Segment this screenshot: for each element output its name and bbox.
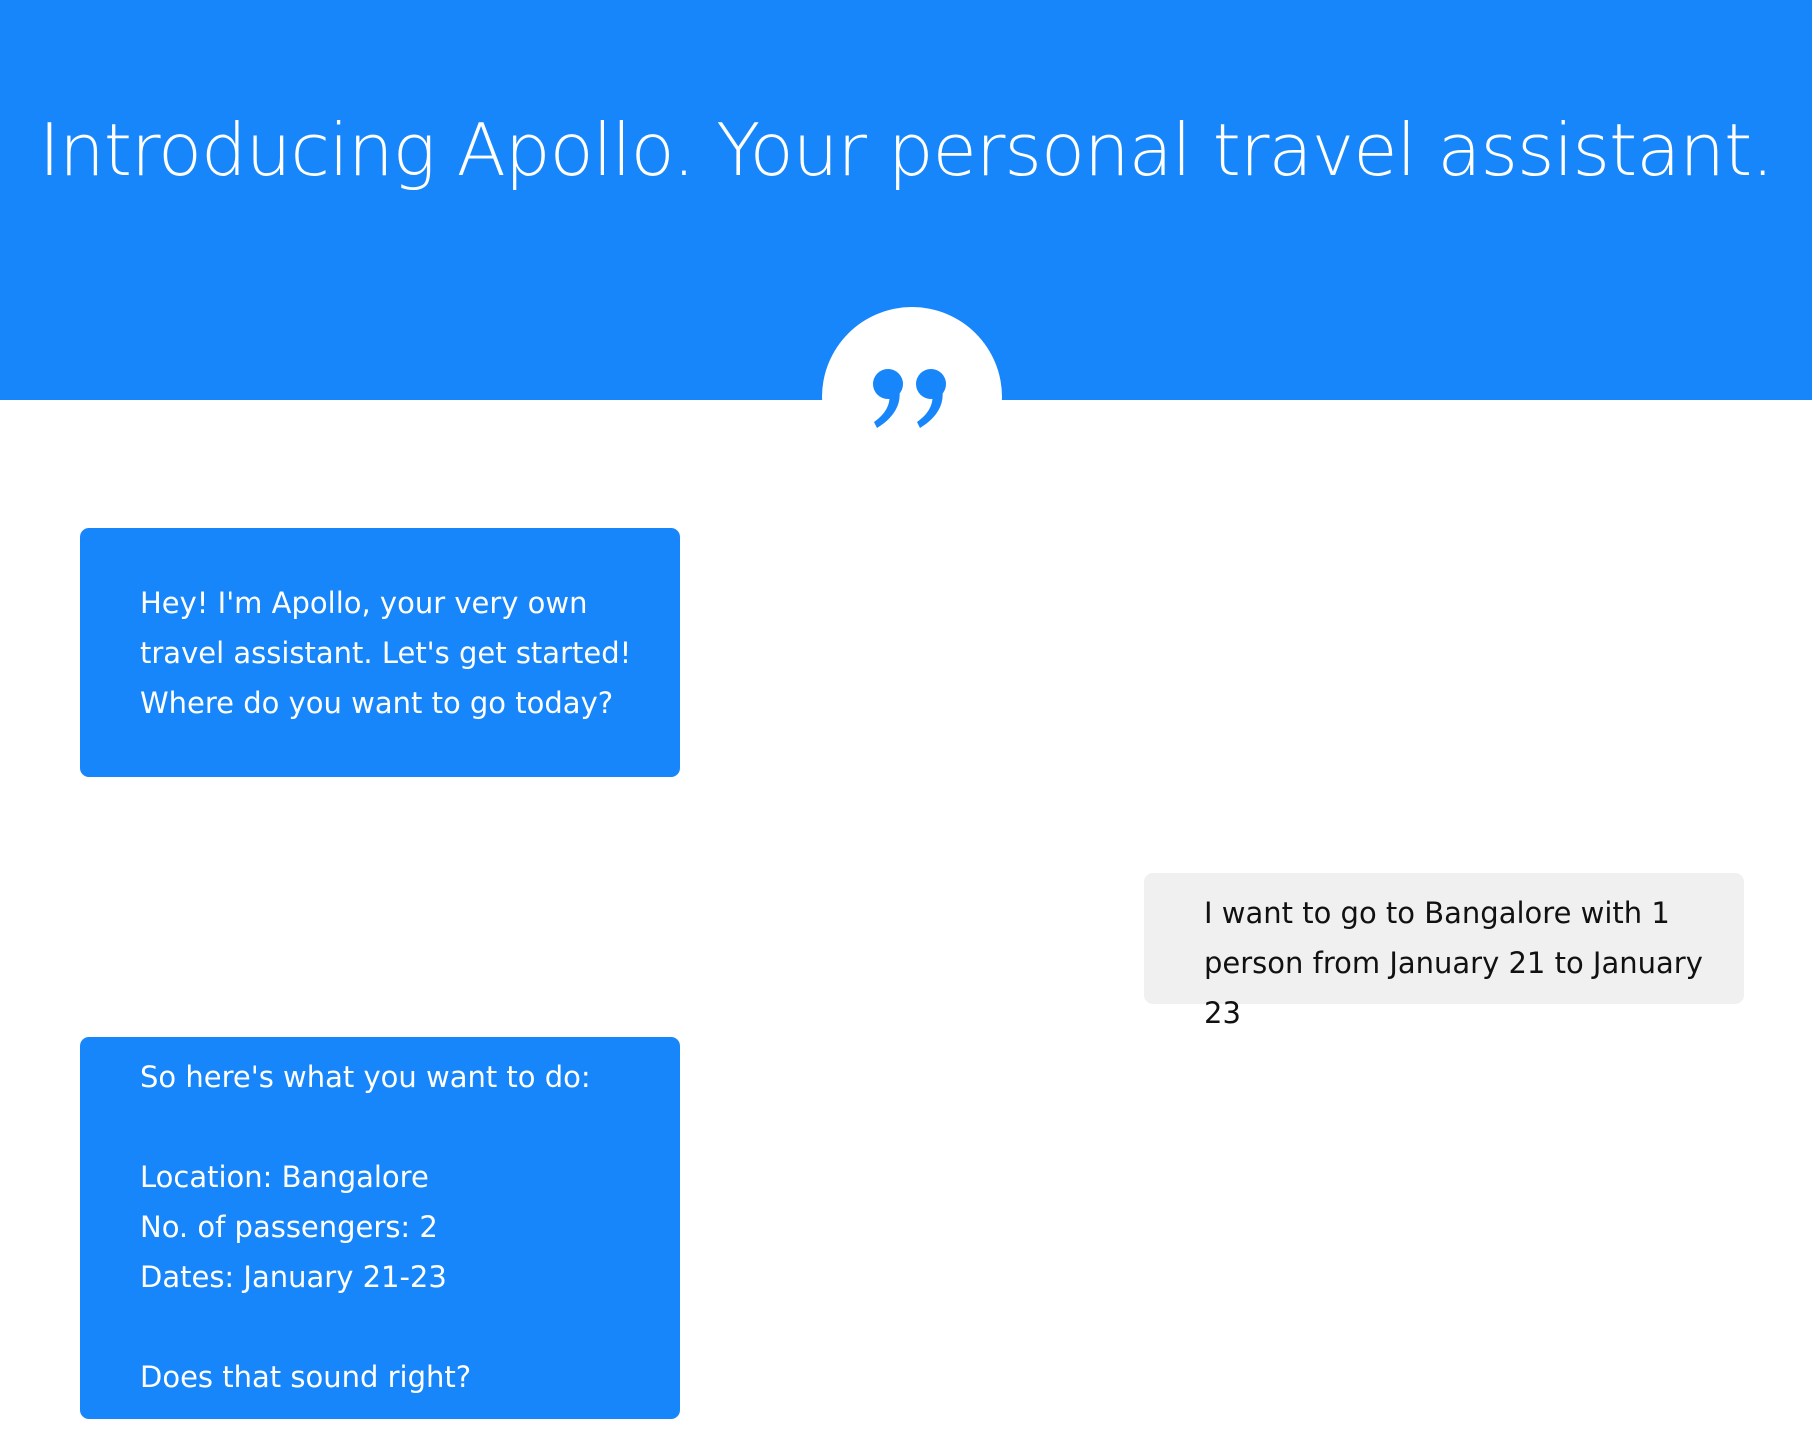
apollo-intro-page: Introducing Apollo. Your personal travel… bbox=[0, 0, 1812, 1454]
assistant-confirmation-bubble: So here's what you want to do: Location:… bbox=[80, 1037, 680, 1419]
user-message-bubble: I want to go to Bangalore with 1 person … bbox=[1144, 873, 1744, 1030]
page-title: Introducing Apollo. Your personal travel… bbox=[38, 108, 1774, 192]
quote-icon bbox=[868, 364, 958, 436]
assistant-message-bubble: Hey! I'm Apollo, your very own travel as… bbox=[80, 528, 680, 777]
